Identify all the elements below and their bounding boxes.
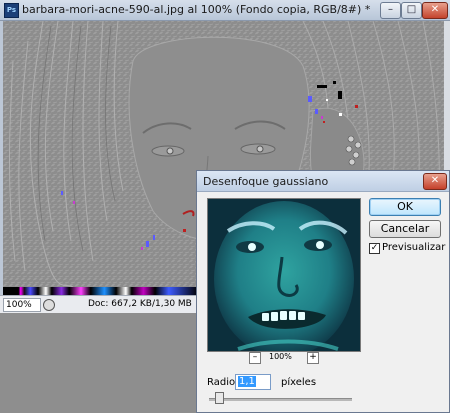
close-button[interactable]: ✕: [422, 2, 448, 19]
status-menu-icon[interactable]: [43, 299, 55, 311]
document-size-info: Doc: 667,2 KB/1,30 MB: [88, 299, 192, 309]
photoshop-icon: Ps: [4, 3, 19, 18]
preview-window[interactable]: [207, 198, 361, 352]
preview-checkbox[interactable]: ✓ Previsualizar: [369, 242, 449, 255]
gaussian-blur-dialog: Desenfoque gaussiano ✕ – 100% + OK Cance…: [196, 170, 450, 413]
radius-slider-track[interactable]: [209, 398, 352, 401]
minimize-button[interactable]: –: [380, 2, 401, 19]
maximize-button[interactable]: □: [401, 2, 422, 19]
radius-row: Radio: 1,1 píxeles: [207, 374, 437, 392]
zoom-out-button[interactable]: –: [249, 352, 261, 364]
preview-label: Previsualizar: [382, 242, 446, 253]
radius-input[interactable]: 1,1: [235, 374, 271, 390]
inverted-face-preview: [208, 199, 360, 351]
radius-slider-thumb[interactable]: [215, 392, 224, 404]
radius-label: Radio:: [207, 377, 239, 388]
dialog-close-button[interactable]: ✕: [423, 173, 447, 190]
status-bar: 100% Doc: 667,2 KB/1,30 MB: [0, 295, 200, 313]
checkbox-checked-icon[interactable]: ✓: [369, 243, 380, 254]
document-title: barbara-mori-acne-590-al.jpg al 100% (Fo…: [22, 3, 371, 16]
zoom-level-field[interactable]: 100%: [3, 298, 41, 312]
zoom-in-button[interactable]: +: [307, 352, 319, 364]
ok-button[interactable]: OK: [369, 198, 441, 216]
dialog-title: Desenfoque gaussiano: [203, 175, 329, 188]
dialog-titlebar[interactable]: Desenfoque gaussiano ✕: [197, 171, 449, 192]
image-edge-stripe: [3, 287, 198, 295]
cancel-button[interactable]: Cancelar: [369, 220, 441, 238]
radius-value: 1,1: [238, 376, 256, 387]
radius-unit: píxeles: [281, 377, 317, 388]
document-titlebar[interactable]: Ps barbara-mori-acne-590-al.jpg al 100% …: [0, 0, 450, 21]
preview-zoom-control: – 100% +: [249, 352, 321, 364]
preview-zoom-level: 100%: [269, 352, 292, 361]
